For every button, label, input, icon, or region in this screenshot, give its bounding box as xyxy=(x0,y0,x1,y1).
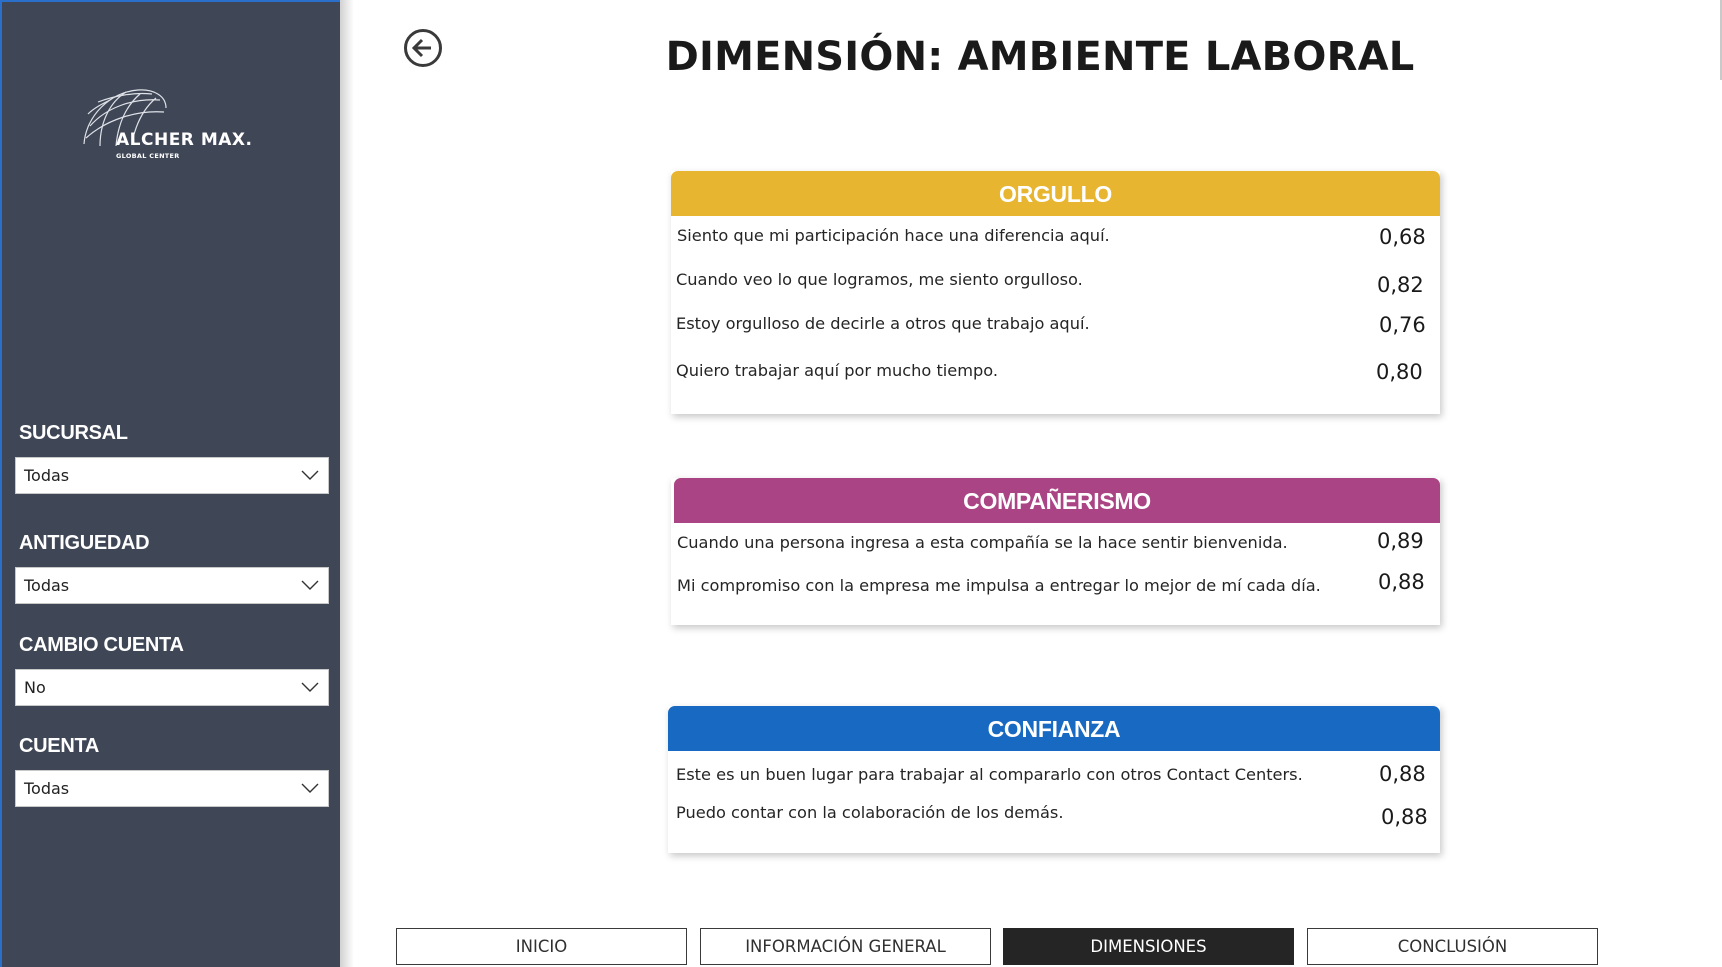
card-header: COMPAÑERISMO xyxy=(674,478,1440,523)
item-score: 0,89 xyxy=(1377,529,1424,553)
chevron-down-icon xyxy=(301,682,319,692)
item-score: 0,68 xyxy=(1379,225,1426,249)
sucursal-dropdown[interactable]: Todas xyxy=(15,457,329,494)
card-companerismo: COMPAÑERISMO Cuando una persona ingresa … xyxy=(671,478,1440,625)
item-statement: Cuando una persona ingresa a esta compañ… xyxy=(677,533,1288,552)
nav-inicio-button[interactable]: INICIO xyxy=(396,928,687,965)
item-score: 0,76 xyxy=(1379,313,1426,337)
dropdown-value: Todas xyxy=(24,466,70,485)
filter-label: CAMBIO CUENTA xyxy=(19,634,184,656)
report-page: ALCHER MAX. GLOBAL CENTER SUCURSAL Todas… xyxy=(0,0,1722,967)
item-statement: Cuando veo lo que logramos, me siento or… xyxy=(676,270,1083,289)
brand-name: ALCHER MAX. xyxy=(116,130,253,150)
filter-antiguedad: ANTIGUEDAD Todas xyxy=(15,532,329,604)
sidebar-shadow xyxy=(340,0,354,967)
item-score: 0,88 xyxy=(1381,805,1428,829)
item-score: 0,80 xyxy=(1376,360,1423,384)
dropdown-value: Todas xyxy=(24,779,70,798)
chevron-down-icon xyxy=(301,580,319,590)
dropdown-value: No xyxy=(24,678,46,697)
item-statement: Estoy orgulloso de decirle a otros que t… xyxy=(676,314,1090,333)
filter-cambio-cuenta: CAMBIO CUENTA No xyxy=(15,634,329,706)
item-statement: Quiero trabajar aquí por mucho tiempo. xyxy=(676,361,999,380)
dropdown-value: Todas xyxy=(24,576,70,595)
item-score: 0,82 xyxy=(1377,273,1424,297)
filter-cuenta: CUENTA Todas xyxy=(15,735,329,807)
card-header: ORGULLO xyxy=(671,171,1440,216)
back-arrow-icon[interactable] xyxy=(403,28,443,68)
chevron-down-icon xyxy=(301,783,319,793)
nav-conclusion-button[interactable]: CONCLUSIÓN xyxy=(1307,928,1598,965)
item-score: 0,88 xyxy=(1378,570,1425,594)
card-orgullo: ORGULLO Siento que mi participación hace… xyxy=(671,171,1440,414)
item-statement: Siento que mi participación hace una dif… xyxy=(677,226,1110,245)
nav-dimensiones-button[interactable]: DIMENSIONES xyxy=(1003,928,1294,965)
chevron-down-icon xyxy=(301,470,319,480)
brand-tagline: GLOBAL CENTER xyxy=(116,152,180,160)
item-statement: Puedo contar con la colaboración de los … xyxy=(676,803,1064,822)
filter-label: CUENTA xyxy=(19,735,100,757)
filter-label: ANTIGUEDAD xyxy=(19,532,150,554)
item-score: 0,88 xyxy=(1379,762,1426,786)
card-header: CONFIANZA xyxy=(668,706,1440,751)
item-statement: Este es un buen lugar para trabajar al c… xyxy=(676,765,1303,784)
antiguedad-dropdown[interactable]: Todas xyxy=(15,567,329,604)
filter-sidebar: ALCHER MAX. GLOBAL CENTER SUCURSAL Todas… xyxy=(0,0,340,967)
filter-sucursal: SUCURSAL Todas xyxy=(15,422,329,494)
brand-logo: ALCHER MAX. GLOBAL CENTER xyxy=(80,86,270,166)
card-confianza: CONFIANZA Este es un buen lugar para tra… xyxy=(668,706,1440,853)
page-title: DIMENSIÓN: AMBIENTE LABORAL xyxy=(665,34,1415,80)
cuenta-dropdown[interactable]: Todas xyxy=(15,770,329,807)
nav-informacion-general-button[interactable]: INFORMACIÓN GENERAL xyxy=(700,928,991,965)
cambio-cuenta-dropdown[interactable]: No xyxy=(15,669,329,706)
filter-label: SUCURSAL xyxy=(19,422,128,444)
item-statement: Mi compromiso con la empresa me impulsa … xyxy=(677,576,1321,595)
